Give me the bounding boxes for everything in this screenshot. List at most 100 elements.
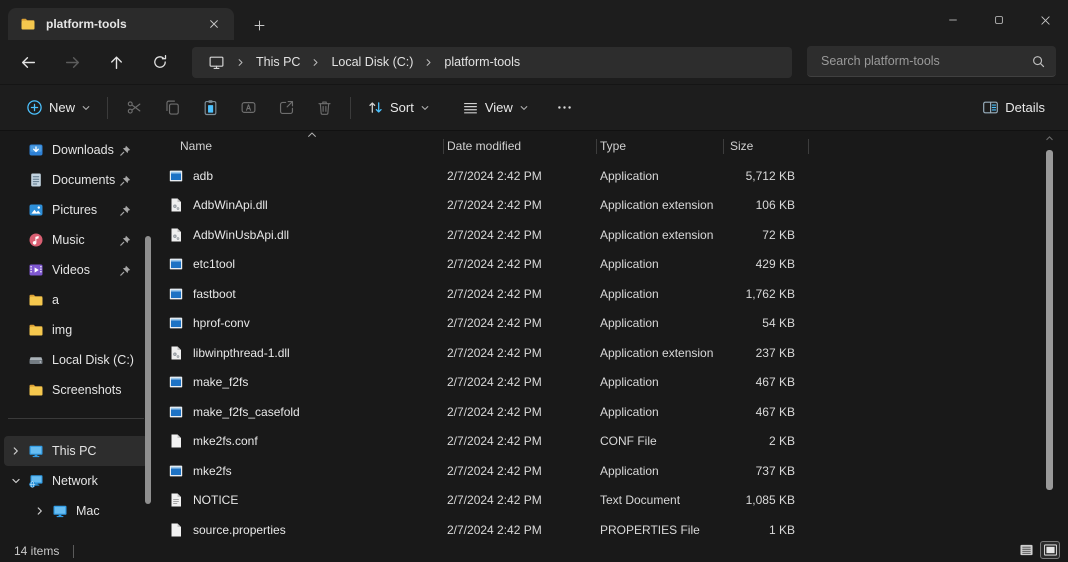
column-separator[interactable] — [443, 139, 444, 154]
view-button-label: View — [485, 100, 513, 115]
scrollbar-up-arrow-icon[interactable] — [1045, 135, 1054, 142]
details-button[interactable]: Details — [973, 93, 1054, 122]
rename-icon — [240, 99, 257, 116]
file-row-make-f2fs[interactable]: make_f2fs2/7/2024 2:42 PMApplication467 … — [163, 368, 1068, 398]
forward-button[interactable] — [55, 46, 89, 78]
file-row-adb[interactable]: adb2/7/2024 2:42 PMApplication5,712 KB — [163, 161, 1068, 191]
file-row-fastboot[interactable]: fastboot2/7/2024 2:42 PMApplication1,762… — [163, 279, 1068, 309]
file-name-cell: hprof-conv — [163, 315, 443, 331]
sidebar-item-network[interactable]: Network — [4, 466, 148, 496]
file-type: Application — [596, 257, 723, 271]
file-size: 106 KB — [723, 198, 808, 212]
sidebar-item-label: a — [52, 293, 148, 307]
tab-close-icon[interactable] — [204, 14, 224, 34]
videos-icon — [28, 262, 44, 278]
search-input[interactable] — [819, 53, 1031, 69]
file-row-etc1tool[interactable]: etc1tool2/7/2024 2:42 PMApplication429 K… — [163, 250, 1068, 280]
file-row-mke2fs[interactable]: mke2fs2/7/2024 2:42 PMApplication737 KB — [163, 456, 1068, 486]
rename-button[interactable] — [229, 91, 267, 125]
sidebar-item-music[interactable]: Music — [4, 225, 148, 255]
file-date-modified: 2/7/2024 2:42 PM — [443, 493, 596, 507]
delete-button[interactable] — [305, 91, 343, 125]
new-tab-button[interactable] — [246, 12, 272, 38]
file-name: fastboot — [193, 287, 236, 301]
file-name: mke2fs.conf — [193, 434, 258, 448]
chevron-right-icon[interactable] — [4, 444, 28, 458]
new-button[interactable]: New — [17, 93, 100, 122]
file-row-source-properties[interactable]: source.properties2/7/2024 2:42 PMPROPERT… — [163, 515, 1068, 540]
search-icon[interactable] — [1031, 54, 1046, 69]
close-button[interactable] — [1022, 0, 1068, 40]
column-header-type[interactable]: Type — [596, 139, 723, 153]
breadcrumb-item-this-pc[interactable]: This PC — [252, 53, 304, 71]
cut-button[interactable] — [115, 91, 153, 125]
file-size: 467 KB — [723, 405, 808, 419]
breadcrumb-item-platform-tools[interactable]: platform-tools — [440, 53, 524, 71]
sidebar-item-this-pc[interactable]: This PC — [4, 436, 148, 466]
sidebar-item-a[interactable]: a — [4, 285, 148, 315]
file-row-libwinpthread-1-dll[interactable]: libwinpthread-1.dll2/7/2024 2:42 PMAppli… — [163, 338, 1068, 368]
folder-icon — [28, 292, 44, 308]
explorer-tab[interactable]: platform-tools — [8, 8, 234, 40]
sidebar-item-label: Videos — [52, 263, 119, 277]
file-name: etc1tool — [193, 257, 235, 271]
file-row-adbwinusbapi-dll[interactable]: AdbWinUsbApi.dll2/7/2024 2:42 PMApplicat… — [163, 220, 1068, 250]
more-options-button[interactable] — [546, 91, 584, 125]
sidebar-item-screenshots[interactable]: Screenshots — [4, 375, 148, 405]
file-row-notice[interactable]: NOTICE2/7/2024 2:42 PMText Document1,085… — [163, 486, 1068, 516]
this-pc-monitor-icon[interactable] — [208, 54, 225, 71]
column-separator[interactable] — [808, 139, 809, 154]
column-separator[interactable] — [596, 139, 597, 154]
column-header-name[interactable]: Name — [163, 139, 443, 153]
up-button[interactable] — [99, 46, 133, 78]
breadcrumb-item-local-disk-c[interactable]: Local Disk (C:) — [327, 53, 417, 71]
sort-button[interactable]: Sort — [358, 93, 439, 122]
folder-icon — [20, 16, 36, 32]
sidebar-scrollbar[interactable] — [145, 236, 151, 504]
file-size: 54 KB — [723, 316, 808, 330]
file-row-hprof-conv[interactable]: hprof-conv2/7/2024 2:42 PMApplication54 … — [163, 309, 1068, 339]
sidebar-item-videos[interactable]: Videos — [4, 255, 148, 285]
toolbar-separator — [107, 97, 108, 119]
documents-icon — [28, 172, 44, 188]
chevron-down-icon[interactable] — [4, 474, 28, 488]
file-size: 2 KB — [723, 434, 808, 448]
sidebar-item-documents[interactable]: Documents — [4, 165, 148, 195]
column-header-date-modified[interactable]: Date modified — [443, 139, 596, 153]
view-button[interactable]: View — [453, 93, 538, 122]
toolbar-separator — [350, 97, 351, 119]
chevron-down-icon — [519, 103, 529, 113]
sidebar-item-label: Network — [52, 474, 148, 488]
details-view-toggle-button[interactable] — [1016, 541, 1036, 559]
column-header-size[interactable]: Size — [723, 139, 808, 153]
drive-icon — [28, 352, 44, 368]
navigation-bar: This PC Local Disk (C:) platform-tools — [0, 40, 1068, 84]
title-bar: platform-tools — [0, 0, 1068, 40]
sidebar-item-local-disk-c[interactable]: Local Disk (C:) — [4, 345, 148, 375]
details-button-label: Details — [1005, 100, 1045, 115]
paste-button[interactable] — [191, 91, 229, 125]
column-separator[interactable] — [723, 139, 724, 154]
sidebar-item-mac[interactable]: Mac — [4, 496, 148, 526]
minimize-button[interactable] — [930, 0, 976, 40]
new-button-label: New — [49, 100, 75, 115]
chevron-right-icon[interactable] — [28, 504, 52, 518]
file-row-make-f2fs-casefold[interactable]: make_f2fs_casefold2/7/2024 2:42 PMApplic… — [163, 397, 1068, 427]
back-button[interactable] — [11, 46, 45, 78]
share-button[interactable] — [267, 91, 305, 125]
maximize-button[interactable] — [976, 0, 1022, 40]
view-toggles — [1016, 541, 1060, 559]
refresh-button[interactable] — [143, 46, 177, 78]
file-row-mke2fs-conf[interactable]: mke2fs.conf2/7/2024 2:42 PMCONF File2 KB — [163, 427, 1068, 457]
file-date-modified: 2/7/2024 2:42 PM — [443, 257, 596, 271]
file-date-modified: 2/7/2024 2:42 PM — [443, 523, 596, 537]
sidebar-item-downloads[interactable]: Downloads — [4, 135, 148, 165]
file-list-scrollbar[interactable] — [1046, 150, 1053, 490]
copy-button[interactable] — [153, 91, 191, 125]
sidebar-item-pictures[interactable]: Pictures — [4, 195, 148, 225]
large-icons-view-toggle-button[interactable] — [1040, 541, 1060, 559]
view-lines-icon — [462, 99, 479, 116]
file-row-adbwinapi-dll[interactable]: AdbWinApi.dll2/7/2024 2:42 PMApplication… — [163, 191, 1068, 221]
sidebar-item-img[interactable]: img — [4, 315, 148, 345]
file-date-modified: 2/7/2024 2:42 PM — [443, 434, 596, 448]
